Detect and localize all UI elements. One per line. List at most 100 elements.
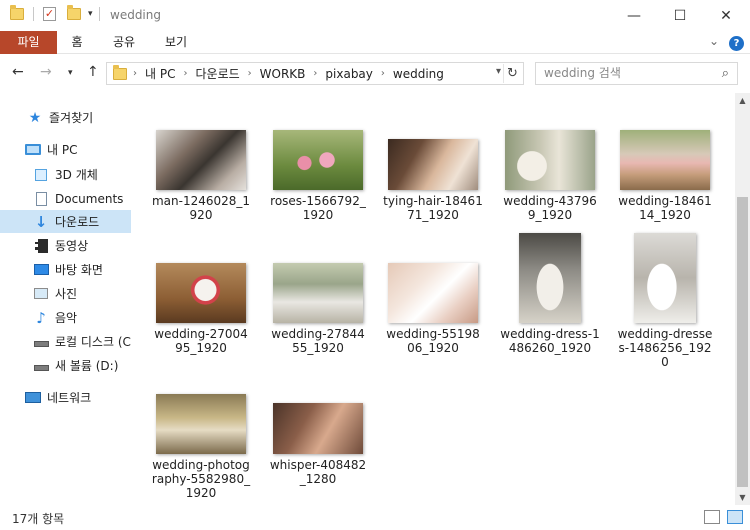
tab-share[interactable]: 공유 — [108, 31, 140, 54]
search-icon[interactable]: ⌕ — [722, 63, 729, 84]
window-title: wedding — [110, 8, 161, 22]
recent-locations-chevron-icon[interactable]: ▾ — [68, 68, 73, 78]
file-name: roses-1566792_1920 — [270, 194, 366, 222]
sidebar-item-downloads[interactable]: ↓ 다운로드 — [0, 210, 131, 233]
image-thumbnail — [519, 233, 581, 323]
chevron-right-icon[interactable]: › — [133, 68, 137, 79]
file-item[interactable]: wedding-2784455_1920 — [268, 263, 368, 355]
customize-chevron-down-icon[interactable]: ▾ — [88, 9, 93, 19]
sidebar-item-local-disk-c[interactable]: 로컬 디스크 (C — [0, 330, 131, 353]
network-icon — [25, 391, 41, 405]
file-item[interactable]: wedding-photography-5582980_1920 — [151, 394, 251, 500]
file-name: wedding-2700495_1920 — [154, 327, 248, 355]
cube-icon — [33, 168, 49, 182]
breadcrumb-workb[interactable]: WORKB — [260, 67, 306, 81]
file-name: wedding-dresses-1486256_1920 — [617, 327, 713, 369]
tab-view[interactable]: 보기 — [160, 31, 192, 54]
address-row: ← → ▾ ↑ › 내 PC › 다운로드 › WORKB › pixabay … — [0, 56, 750, 90]
expand-ribbon-chevron-icon[interactable]: ⌄ — [709, 34, 719, 48]
ribbon: 파일 홈 공유 보기 ⌄ ? — [0, 31, 750, 54]
navigation-pane: ★ 즐겨찾기 내 PC 3D 개체 Documents ↓ 다운로드 동영상 바… — [0, 93, 131, 505]
file-name: wedding-5519806_1920 — [386, 327, 480, 355]
sidebar-item-desktop[interactable]: 바탕 화면 — [0, 258, 131, 281]
chevron-right-icon[interactable]: › — [381, 68, 385, 79]
image-thumbnail — [273, 263, 363, 323]
details-view-icon[interactable] — [704, 510, 720, 524]
file-item[interactable]: wedding-dresses-1486256_1920 — [615, 233, 715, 369]
sidebar-item-music[interactable]: ♪ 음악 — [0, 306, 131, 329]
back-arrow-icon[interactable]: ← — [12, 64, 24, 80]
file-item[interactable]: wedding-2700495_1920 — [151, 263, 251, 355]
file-item[interactable]: wedding-dress-1486260_1920 — [500, 233, 600, 355]
address-bar[interactable]: › 내 PC › 다운로드 › WORKB › pixabay › weddin… — [106, 62, 524, 85]
image-thumbnail — [388, 139, 478, 190]
file-item[interactable]: whisper-408482_1280 — [268, 403, 368, 486]
scroll-up-arrow-icon[interactable]: ▲ — [735, 93, 750, 108]
scrollbar-thumb[interactable] — [737, 197, 748, 487]
up-arrow-icon[interactable]: ↑ — [87, 64, 99, 80]
breadcrumb-pixabay[interactable]: pixabay — [325, 67, 372, 81]
image-thumbnail — [273, 130, 363, 190]
file-item[interactable]: wedding-1846114_1920 — [615, 130, 715, 222]
maximize-button[interactable]: ☐ — [657, 0, 703, 31]
sidebar-item-label: Documents — [55, 191, 124, 206]
download-arrow-icon: ↓ — [34, 212, 48, 231]
chevron-right-icon[interactable]: › — [248, 68, 252, 79]
sidebar-item-new-volume-d[interactable]: 새 볼륨 (D:) — [0, 354, 131, 377]
file-name: man-1246028_1920 — [151, 194, 251, 222]
sidebar-item-3d-objects[interactable]: 3D 개체 — [0, 163, 131, 186]
sidebar-item-quick-access[interactable]: ★ 즐겨찾기 — [0, 106, 131, 129]
sidebar-item-network[interactable]: 네트워크 — [0, 386, 131, 409]
search-input[interactable]: wedding 검색 ⌕ — [535, 62, 738, 85]
forward-arrow-icon[interactable]: → — [40, 64, 52, 80]
file-name: wedding-1846114_1920 — [618, 194, 712, 222]
image-thumbnail — [156, 263, 246, 323]
sidebar-item-label: 즐겨찾기 — [49, 111, 94, 125]
sidebar-item-label: 로컬 디스크 (C — [55, 335, 131, 349]
title-bar: ✓ ▾ wedding — ☐ ✕ — [0, 0, 750, 31]
file-item[interactable]: roses-1566792_1920 — [268, 130, 368, 222]
item-count: 17개 항목 — [12, 512, 65, 526]
vertical-scrollbar[interactable]: ▲ ▼ — [735, 93, 750, 505]
scroll-down-arrow-icon[interactable]: ▼ — [735, 490, 750, 505]
minimize-button[interactable]: — — [611, 0, 657, 31]
file-name: wedding-photography-5582980_1920 — [151, 458, 251, 500]
file-name: wedding-437969_1920 — [503, 194, 597, 222]
computer-icon — [25, 143, 41, 157]
chevron-right-icon[interactable]: › — [313, 68, 317, 79]
breadcrumb-downloads[interactable]: 다운로드 — [195, 65, 239, 82]
chevron-right-icon[interactable]: › — [183, 68, 187, 79]
close-button[interactable]: ✕ — [703, 0, 749, 31]
document-icon — [33, 191, 49, 206]
sidebar-item-documents[interactable]: Documents — [0, 187, 131, 210]
breadcrumb-wedding[interactable]: wedding — [393, 67, 444, 81]
large-icons-view-icon[interactable] — [727, 510, 743, 524]
drive-icon — [33, 335, 49, 349]
file-item[interactable]: wedding-5519806_1920 — [383, 263, 483, 355]
breadcrumb: › 내 PC › 다운로드 › WORKB › pixabay › weddin… — [133, 65, 444, 82]
star-icon: ★ — [28, 109, 42, 126]
file-item[interactable]: man-1246028_1920 — [151, 130, 251, 222]
sidebar-item-label: 3D 개체 — [55, 168, 98, 182]
tab-home[interactable]: 홈 — [62, 31, 92, 54]
help-icon[interactable]: ? — [729, 36, 744, 51]
new-folder-icon[interactable] — [67, 5, 81, 20]
properties-icon[interactable]: ✓ — [43, 7, 56, 21]
sidebar-item-videos[interactable]: 동영상 — [0, 234, 131, 257]
breadcrumb-this-pc[interactable]: 내 PC — [145, 65, 175, 82]
refresh-icon[interactable]: ↻ — [503, 64, 521, 83]
image-thumbnail — [388, 263, 478, 323]
status-bar: 17개 항목 — [0, 505, 750, 530]
sidebar-item-pictures[interactable]: 사진 — [0, 282, 131, 305]
file-item[interactable]: tying-hair-1846171_1920 — [383, 139, 483, 222]
sidebar-item-label: 다운로드 — [55, 215, 100, 229]
picture-icon — [33, 287, 49, 301]
sidebar-item-this-pc[interactable]: 내 PC — [0, 138, 131, 161]
address-history-chevron-icon[interactable]: ▾ — [496, 66, 501, 77]
folder-icon — [113, 64, 127, 80]
file-name: wedding-dress-1486260_1920 — [500, 327, 600, 355]
file-name: wedding-2784455_1920 — [271, 327, 365, 355]
file-item[interactable]: wedding-437969_1920 — [500, 130, 600, 222]
desktop-icon — [33, 263, 49, 277]
tab-file[interactable]: 파일 — [0, 31, 57, 54]
